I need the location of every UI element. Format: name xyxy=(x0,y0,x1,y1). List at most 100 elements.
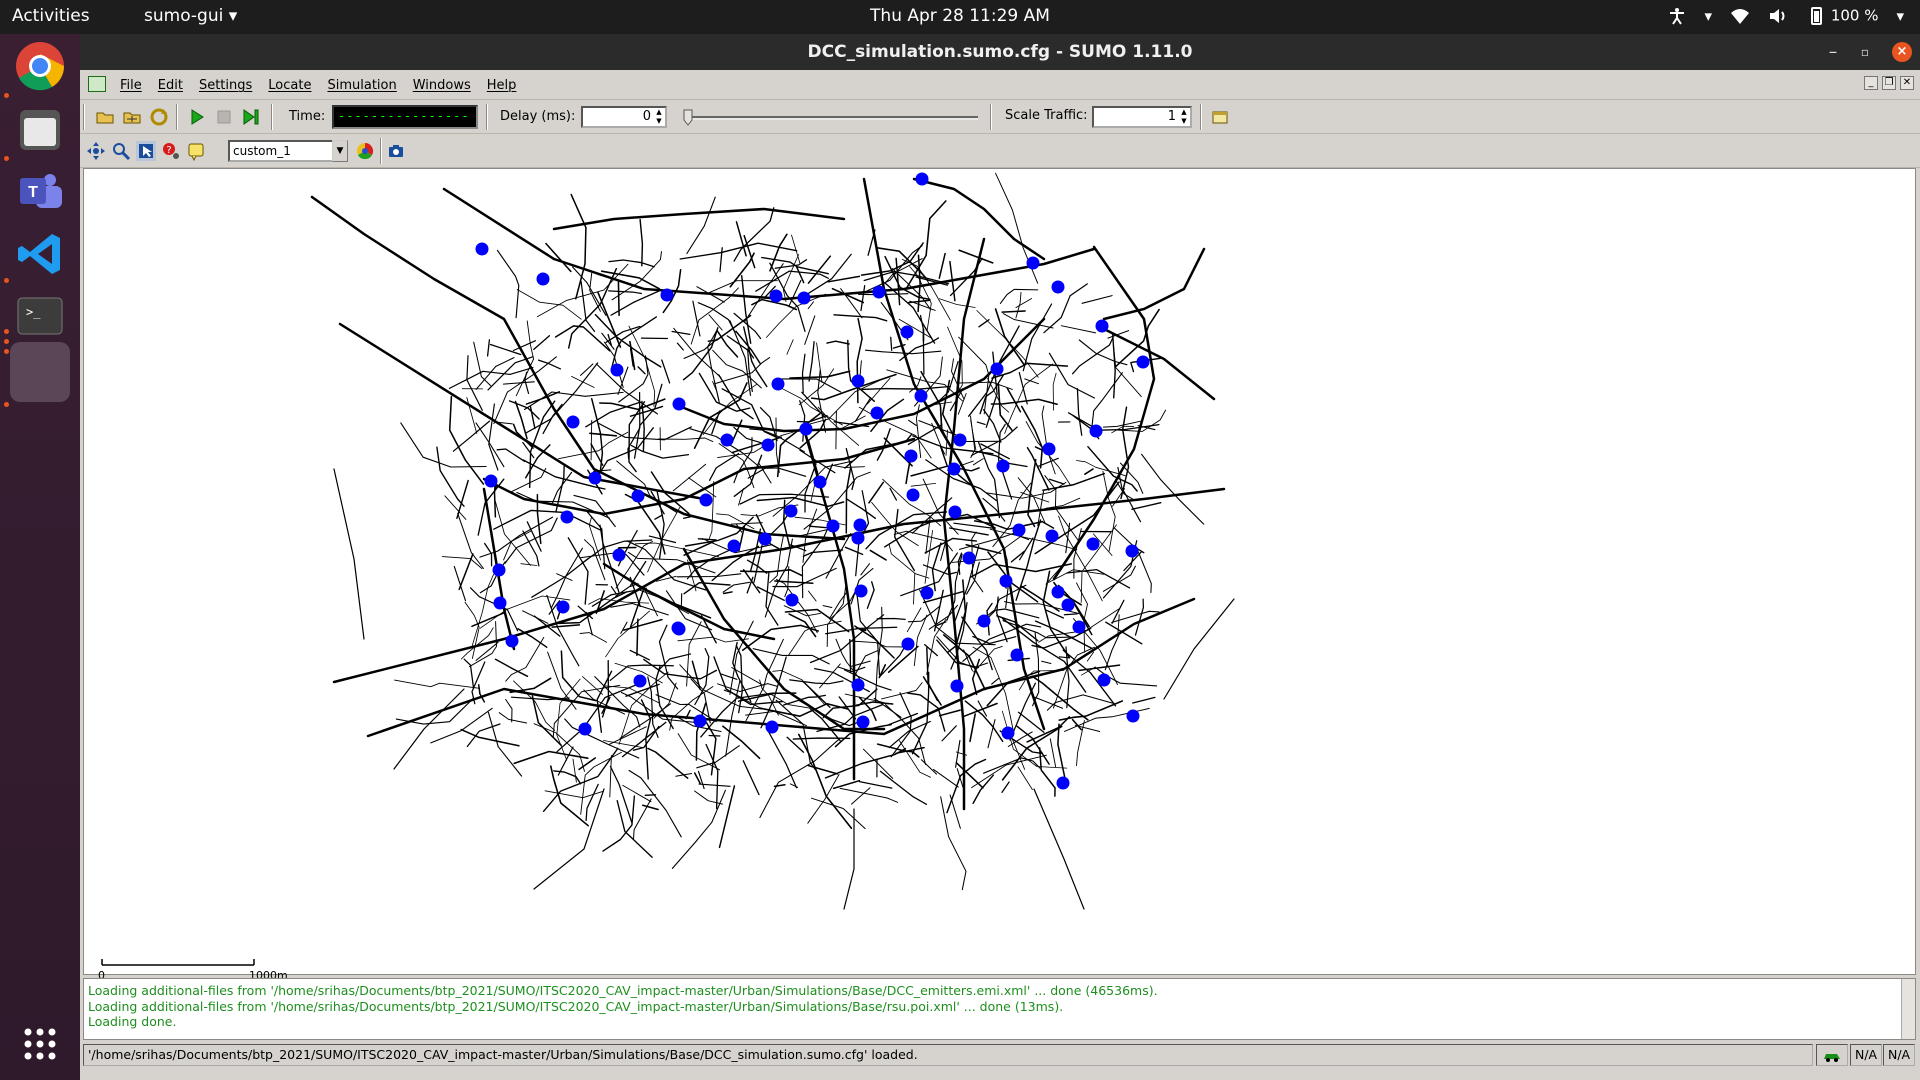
local-street[interactable] xyxy=(1060,325,1097,334)
local-street[interactable] xyxy=(722,591,733,595)
local-street[interactable] xyxy=(839,787,899,803)
local-street[interactable] xyxy=(605,325,641,343)
local-street[interactable] xyxy=(1033,696,1064,709)
local-street[interactable] xyxy=(697,538,717,541)
local-street[interactable] xyxy=(676,573,742,578)
emitter-marker[interactable] xyxy=(872,285,886,299)
local-street[interactable] xyxy=(717,683,778,693)
local-street[interactable] xyxy=(676,342,684,351)
local-street[interactable] xyxy=(475,422,505,468)
local-street[interactable] xyxy=(811,797,866,830)
emitter-marker[interactable] xyxy=(950,679,964,693)
emitter-marker[interactable] xyxy=(999,574,1013,588)
local-street[interactable] xyxy=(886,712,919,726)
local-street[interactable] xyxy=(797,733,853,830)
emitter-marker[interactable] xyxy=(769,289,783,303)
emitter-marker[interactable] xyxy=(977,614,991,628)
mdi-restore-button[interactable]: ❐ xyxy=(1882,76,1896,90)
local-street[interactable] xyxy=(1120,406,1130,500)
emitter-marker[interactable] xyxy=(1051,585,1065,599)
local-street[interactable] xyxy=(719,247,723,273)
local-street[interactable] xyxy=(661,359,671,384)
local-street[interactable] xyxy=(448,367,534,389)
local-street[interactable] xyxy=(628,769,682,838)
battery-indicator[interactable]: 100 % xyxy=(1806,6,1878,26)
local-street[interactable] xyxy=(1018,537,1034,561)
emitter-marker[interactable] xyxy=(475,242,489,256)
minimize-button[interactable]: – xyxy=(1818,34,1848,70)
local-street[interactable] xyxy=(647,747,689,779)
local-street[interactable] xyxy=(1020,405,1044,469)
emitter-marker[interactable] xyxy=(560,510,574,524)
local-street[interactable] xyxy=(694,790,723,805)
local-street[interactable] xyxy=(580,280,596,333)
local-street[interactable] xyxy=(686,621,702,687)
local-street[interactable] xyxy=(567,537,589,605)
local-street[interactable] xyxy=(858,780,893,789)
emitter-marker[interactable] xyxy=(633,674,647,688)
local-street[interactable] xyxy=(493,483,497,518)
local-street[interactable] xyxy=(938,709,961,717)
local-street[interactable] xyxy=(936,636,989,669)
emitter-marker[interactable] xyxy=(1086,537,1100,551)
play-icon[interactable] xyxy=(187,107,207,127)
local-street[interactable] xyxy=(533,335,551,351)
local-street[interactable] xyxy=(488,403,499,471)
local-street[interactable] xyxy=(1063,613,1078,616)
local-street[interactable] xyxy=(586,511,606,570)
open-network-icon[interactable] xyxy=(122,107,142,127)
local-street[interactable] xyxy=(1017,766,1033,791)
local-street[interactable] xyxy=(890,336,893,352)
local-street[interactable] xyxy=(789,679,844,685)
local-street[interactable] xyxy=(999,288,1039,304)
local-street[interactable] xyxy=(590,419,593,461)
chevron-down-icon[interactable]: ▾ xyxy=(1896,7,1904,25)
emitter-marker[interactable] xyxy=(566,415,580,429)
chevron-down-icon[interactable]: ▼ xyxy=(332,140,348,162)
arterial-road[interactable] xyxy=(552,247,1096,301)
local-street[interactable] xyxy=(987,719,996,749)
local-street[interactable] xyxy=(901,258,951,321)
local-street[interactable] xyxy=(498,712,528,724)
emitter-marker[interactable] xyxy=(1051,280,1065,294)
local-street[interactable] xyxy=(1074,724,1101,732)
local-street[interactable] xyxy=(394,679,481,689)
local-street[interactable] xyxy=(522,530,540,567)
local-street[interactable] xyxy=(922,564,958,576)
local-street[interactable] xyxy=(623,618,663,631)
menu-file[interactable]: File xyxy=(120,78,142,93)
local-street[interactable] xyxy=(809,614,885,664)
message-window[interactable]: Loading additional-files from '/home/sri… xyxy=(83,978,1916,1040)
local-street[interactable] xyxy=(1057,723,1067,786)
emitter-marker[interactable] xyxy=(1010,648,1024,662)
local-street[interactable] xyxy=(533,723,585,772)
local-street[interactable] xyxy=(1049,738,1057,768)
local-street[interactable] xyxy=(997,383,1013,431)
local-street[interactable] xyxy=(493,356,557,425)
emitter-marker[interactable] xyxy=(758,532,772,546)
local-street[interactable] xyxy=(1058,515,1103,602)
local-street[interactable] xyxy=(458,553,474,591)
local-street[interactable] xyxy=(666,600,712,619)
emitter-marker[interactable] xyxy=(785,593,799,607)
show-tooltips-icon[interactable] xyxy=(186,141,206,161)
local-street[interactable] xyxy=(629,340,636,371)
emitter-marker[interactable] xyxy=(854,584,868,598)
emitter-marker[interactable] xyxy=(797,291,811,305)
local-street[interactable] xyxy=(1052,372,1057,411)
local-street[interactable] xyxy=(683,338,718,359)
emitter-marker[interactable] xyxy=(914,389,928,403)
emitter-marker[interactable] xyxy=(660,288,674,302)
emitter-marker[interactable] xyxy=(699,493,713,507)
local-street[interactable] xyxy=(777,385,843,426)
local-street[interactable] xyxy=(940,542,946,562)
local-street[interactable] xyxy=(487,711,523,777)
local-street[interactable] xyxy=(1043,283,1088,334)
local-street[interactable] xyxy=(510,467,547,493)
local-street[interactable] xyxy=(1112,343,1142,398)
local-street[interactable] xyxy=(466,397,478,434)
local-street[interactable] xyxy=(718,443,755,489)
local-street[interactable] xyxy=(860,284,866,312)
local-street[interactable] xyxy=(888,720,931,749)
outlying-road[interactable] xyxy=(1163,598,1235,700)
